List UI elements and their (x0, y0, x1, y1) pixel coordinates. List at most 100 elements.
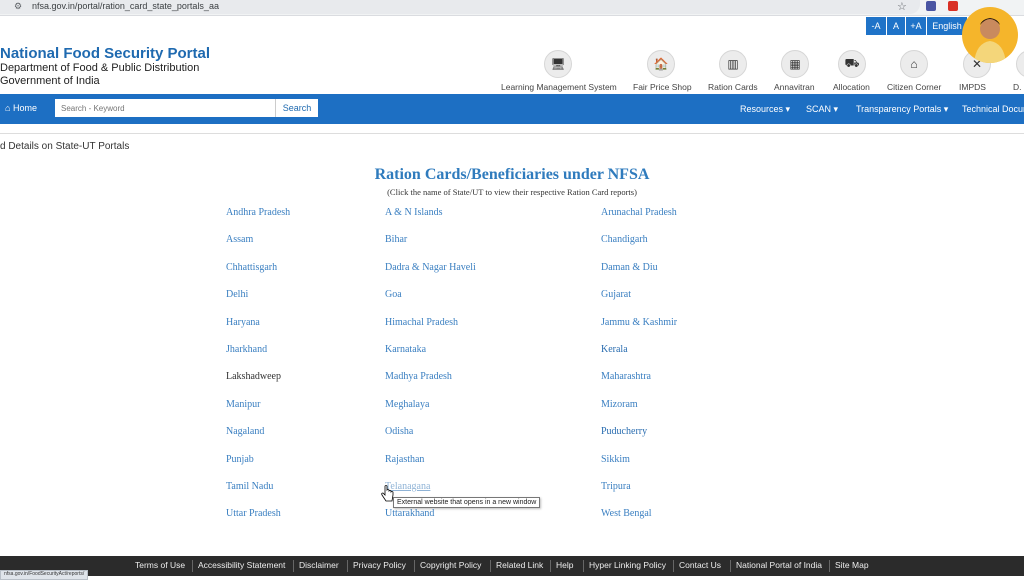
footer-link[interactable]: Privacy Policy (353, 560, 406, 570)
extension-icon[interactable] (926, 1, 936, 11)
footer-link[interactable]: Contact Us (679, 560, 721, 570)
nav-transparency-label: Transparency Portals (856, 104, 942, 114)
nav-scan[interactable]: SCAN ▾ (806, 104, 838, 115)
state-link[interactable]: Chandigarh (601, 234, 648, 245)
search-input[interactable] (55, 99, 287, 117)
bookmark-star-icon[interactable]: ☆ (897, 0, 907, 13)
footer-separator (673, 560, 674, 572)
footer-link[interactable]: Accessibility Statement (198, 560, 285, 570)
chevron-icon[interactable]: › (1016, 50, 1024, 78)
nav-transparency[interactable]: Transparency Portals ▾ (856, 104, 948, 115)
language-select[interactable]: English (927, 17, 967, 35)
state-link[interactable]: Madhya Pradesh (385, 371, 452, 382)
card-icon[interactable]: ▥ (719, 50, 747, 78)
footer-separator (583, 560, 584, 572)
font-normal-button[interactable]: A (887, 17, 905, 35)
state-link[interactable]: Dadra & Nagar Haveli (385, 262, 476, 273)
address-bar[interactable]: ⚙ nfsa.gov.in/portal/ration_card_state_p… (0, 0, 920, 14)
footer-link[interactable]: Related Link (496, 560, 543, 570)
footer-separator (414, 560, 415, 572)
nav-technical-docs[interactable]: Technical Docum (962, 104, 1024, 114)
nav-home[interactable]: ⌂ Home (5, 103, 37, 113)
truck-icon[interactable]: ⛟ (838, 50, 866, 78)
state-link[interactable]: Assam (226, 234, 253, 245)
main-navbar: ⌂ Home Search Resources ▾ SCAN ▾ Transpa… (0, 94, 1024, 124)
state-link[interactable]: Kerala (601, 344, 628, 355)
footer-link[interactable]: Help (556, 560, 573, 570)
state-link[interactable]: Tamil Nadu (226, 481, 273, 492)
portal-title[interactable]: National Food Security Portal (0, 45, 210, 62)
state-link[interactable]: Lakshadweep (226, 371, 281, 382)
state-link[interactable]: Tripura (601, 481, 631, 492)
home-icon[interactable]: ⌂ (900, 50, 928, 78)
font-decrease-button[interactable]: -A (866, 17, 886, 35)
state-link[interactable]: Puducherry (601, 426, 647, 437)
state-link[interactable]: Chhattisgarh (226, 262, 277, 273)
monitor-icon[interactable]: 🖥 (544, 50, 572, 78)
state-link[interactable]: Uttar Pradesh (226, 508, 281, 519)
state-link[interactable]: Arunachal Pradesh (601, 207, 677, 218)
pdf-extension-icon[interactable] (948, 1, 958, 11)
footer-link[interactable]: Terms of Use (135, 560, 185, 570)
quick-link-allocation[interactable]: Allocation (833, 82, 870, 92)
page-subtitle: (Click the name of State/UT to view thei… (387, 187, 637, 197)
state-link[interactable]: Mizoram (601, 399, 638, 410)
state-link[interactable]: Gujarat (601, 289, 631, 300)
footer-separator (490, 560, 491, 572)
footer-link[interactable]: Disclaimer (299, 560, 339, 570)
state-link[interactable]: Jammu & Kashmir (601, 317, 677, 328)
state-link[interactable]: Uttarakhand (385, 508, 434, 519)
state-link[interactable]: Odisha (385, 426, 413, 437)
phone-icon[interactable]: ▦ (781, 50, 809, 78)
state-link[interactable]: Maharashtra (601, 371, 651, 382)
quick-link-impds[interactable]: IMPDS (959, 82, 986, 92)
url-text: nfsa.gov.in/portal/ration_card_state_por… (32, 1, 219, 11)
state-link[interactable]: Haryana (226, 317, 260, 328)
page-title: Ration Cards/Beneficiaries under NFSA (374, 166, 650, 183)
quick-link-fps[interactable]: Fair Price Shop (633, 82, 692, 92)
state-link[interactable]: Punjab (226, 454, 254, 465)
quick-link-lms[interactable]: Learning Management System (501, 82, 617, 92)
state-link[interactable]: Sikkim (601, 454, 630, 465)
state-link[interactable]: Delhi (226, 289, 248, 300)
quick-link-citizen-corner[interactable]: Citizen Corner (887, 82, 941, 92)
nav-home-label: Home (12, 103, 37, 113)
state-link[interactable]: A & N Islands (385, 207, 443, 218)
footer-link[interactable]: National Portal of India (736, 560, 822, 570)
state-link[interactable]: Goa (385, 289, 402, 300)
footer-separator (293, 560, 294, 572)
footer-separator (730, 560, 731, 572)
search-button[interactable]: Search (275, 99, 318, 117)
state-link[interactable]: Manipur (226, 399, 260, 410)
gov-name: Government of India (0, 75, 100, 87)
footer-separator (550, 560, 551, 572)
status-url: nfsa.gov.in/FoodSecurityAct/reports/ (0, 570, 89, 580)
state-link[interactable]: Meghalaya (385, 399, 429, 410)
footer-link[interactable]: Hyper Linking Policy (589, 560, 666, 570)
quick-link-more[interactable]: D. (1013, 82, 1022, 92)
state-link[interactable]: Daman & Diu (601, 262, 658, 273)
site-info-icon[interactable]: ⚙ (14, 1, 22, 12)
state-link[interactable]: Nagaland (226, 426, 264, 437)
state-link[interactable]: Bihar (385, 234, 407, 245)
shop-icon[interactable]: 🏠 (647, 50, 675, 78)
state-link[interactable]: Rajasthan (385, 454, 424, 465)
footer-link[interactable]: Copyright Policy (420, 560, 481, 570)
link-tooltip: External website that opens in a new win… (393, 497, 541, 508)
nav-resources[interactable]: Resources ▾ (740, 104, 790, 115)
state-link[interactable]: Andhra Pradesh (226, 207, 290, 218)
home-icon: ⌂ (5, 103, 11, 113)
state-link[interactable]: Jharkhand (226, 344, 267, 355)
footer-link[interactable]: Site Map (835, 560, 869, 570)
breadcrumb: d Details on State-UT Portals (0, 141, 130, 152)
font-increase-button[interactable]: +A (906, 17, 926, 35)
browser-toolbar: ⚙ nfsa.gov.in/portal/ration_card_state_p… (0, 0, 1024, 16)
footer-separator (829, 560, 830, 572)
nav-resources-label: Resources (740, 104, 784, 114)
state-link[interactable]: Himachal Pradesh (385, 317, 458, 328)
state-link[interactable]: West Bengal (601, 508, 652, 519)
dept-name: Department of Food & Public Distribution (0, 62, 200, 74)
quick-link-annavitran[interactable]: Annavitran (774, 82, 815, 92)
state-link[interactable]: Karnataka (385, 344, 426, 355)
quick-link-ration-cards[interactable]: Ration Cards (708, 82, 758, 92)
